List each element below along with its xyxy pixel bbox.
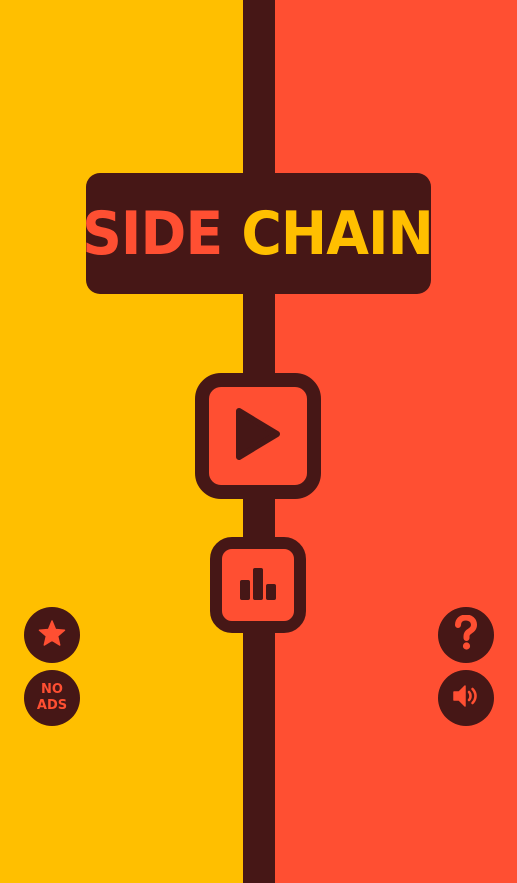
play-icon <box>235 407 281 465</box>
game-title: SIDE CHAIN <box>82 173 433 294</box>
sound-button[interactable] <box>438 670 494 726</box>
speaker-icon <box>452 683 480 713</box>
rate-button[interactable] <box>24 607 80 663</box>
star-icon <box>38 619 66 651</box>
play-button[interactable] <box>195 373 321 499</box>
no-ads-button[interactable]: NO ADS <box>24 670 80 726</box>
help-button[interactable] <box>438 607 494 663</box>
title-side: SIDE <box>82 198 223 269</box>
question-icon <box>451 614 481 655</box>
leaderboard-icon <box>238 566 278 604</box>
title-chain: CHAIN <box>240 198 433 269</box>
no-ads-label: NO ADS <box>36 682 68 713</box>
leaderboard-button[interactable] <box>210 537 306 633</box>
